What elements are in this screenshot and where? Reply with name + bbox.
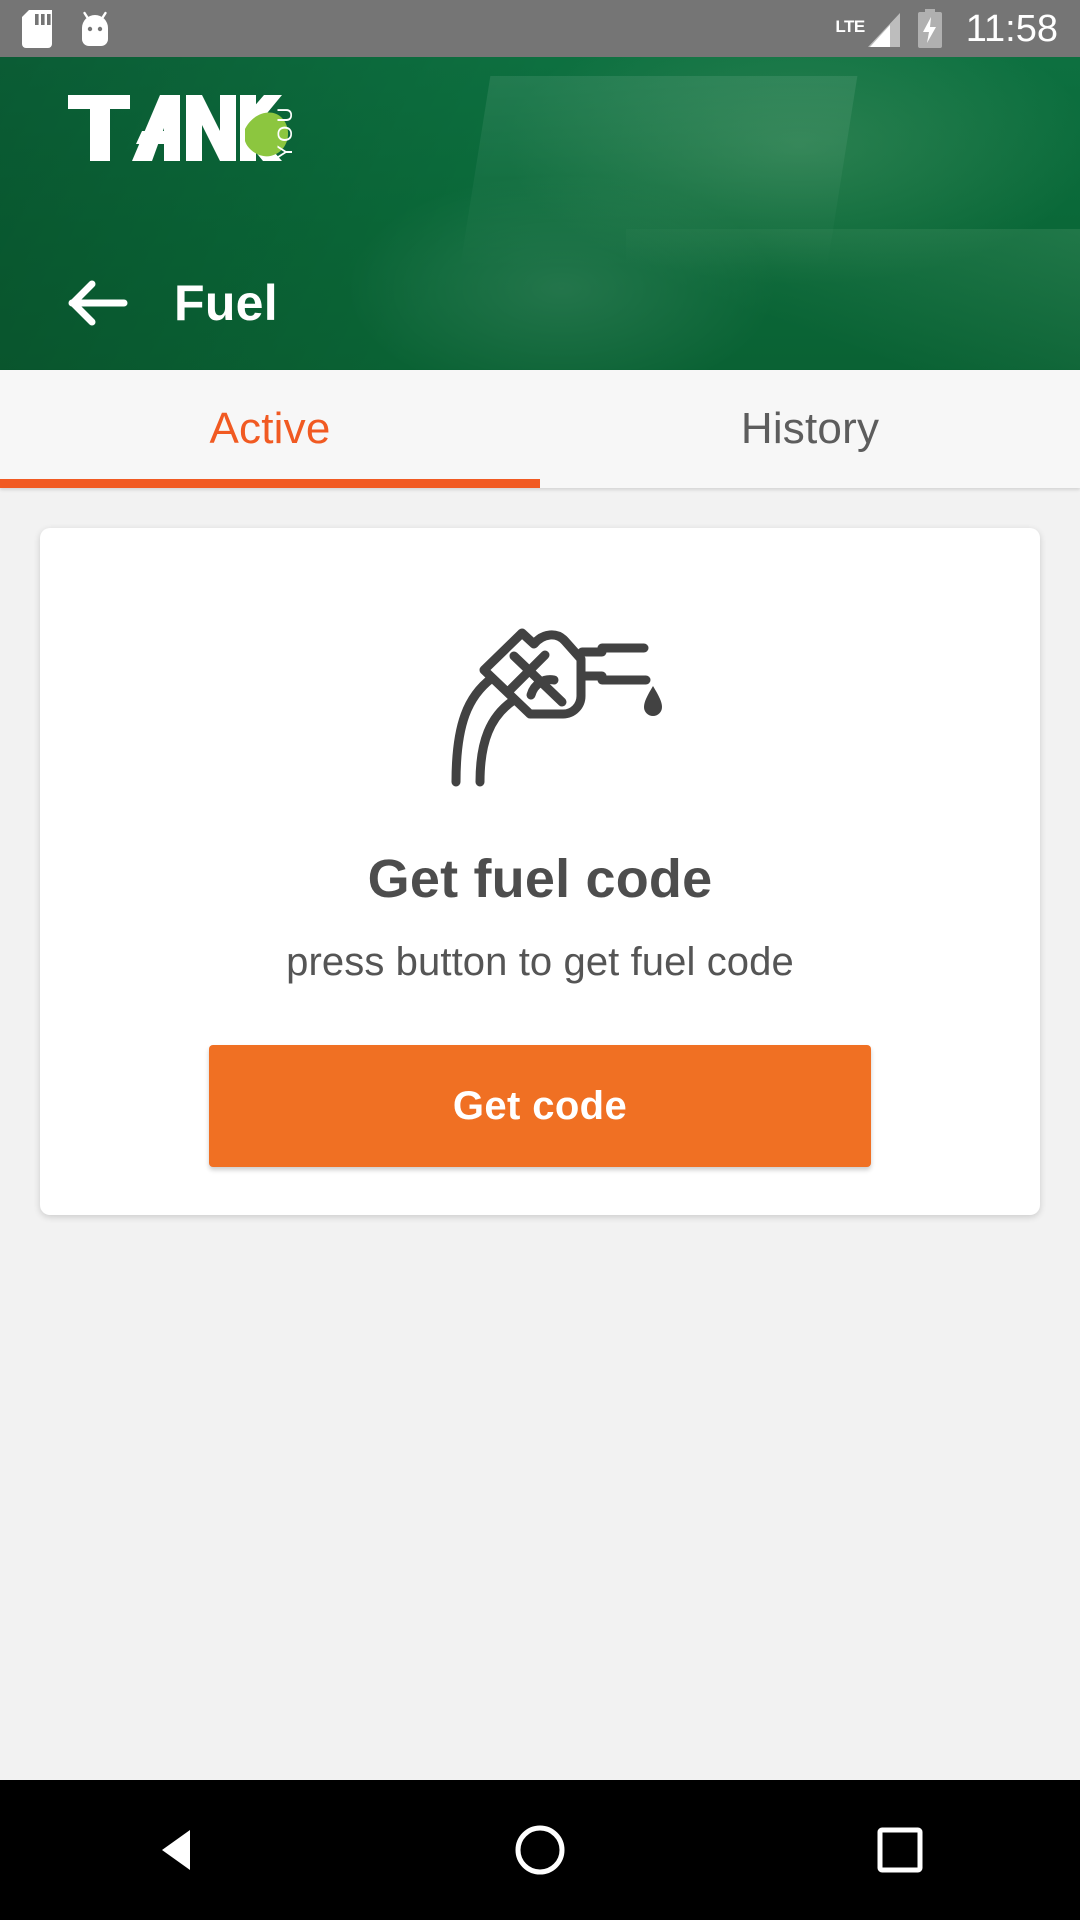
content-area: Get fuel code press button to get fuel c…	[0, 488, 1080, 1780]
android-bugdroid-icon	[78, 11, 112, 47]
lte-label: LTE	[835, 16, 865, 36]
brand-logo: YOU	[68, 83, 298, 165]
phone-screen: LTE 11:58 YOU Fuel Active History Get fu…	[0, 0, 1080, 1920]
status-bar-right-icons: LTE 11:58	[835, 7, 1058, 50]
status-bar-left-icons	[22, 9, 112, 48]
status-bar-clock: 11:58	[965, 7, 1058, 50]
fuel-code-card: Get fuel code press button to get fuel c…	[40, 528, 1040, 1215]
back-triangle-icon[interactable]	[120, 1805, 240, 1895]
header-nav-row: Fuel	[0, 260, 1080, 346]
tab-selection-indicator	[0, 479, 540, 488]
home-circle-icon[interactable]	[480, 1805, 600, 1895]
tab-bar: Active History	[0, 370, 1080, 488]
system-navigation-bar	[0, 1780, 1080, 1920]
card-title: Get fuel code	[367, 849, 713, 909]
recents-square-icon[interactable]	[840, 1805, 960, 1895]
app-header: YOU Fuel	[0, 57, 1080, 370]
fuel-nozzle-icon	[410, 600, 670, 790]
page-title: Fuel	[174, 275, 278, 331]
card-subtitle: press button to get fuel code	[286, 940, 794, 984]
status-bar: LTE 11:58	[0, 0, 1080, 57]
svg-text:YOU: YOU	[274, 104, 297, 159]
tab-history[interactable]: History	[540, 370, 1080, 488]
sd-card-icon	[22, 9, 52, 48]
lte-signal-icon: LTE	[835, 9, 901, 49]
tab-active[interactable]: Active	[0, 370, 540, 488]
battery-charging-icon	[916, 8, 944, 49]
get-code-button[interactable]: Get code	[209, 1045, 871, 1167]
arrow-left-icon[interactable]	[68, 280, 128, 326]
